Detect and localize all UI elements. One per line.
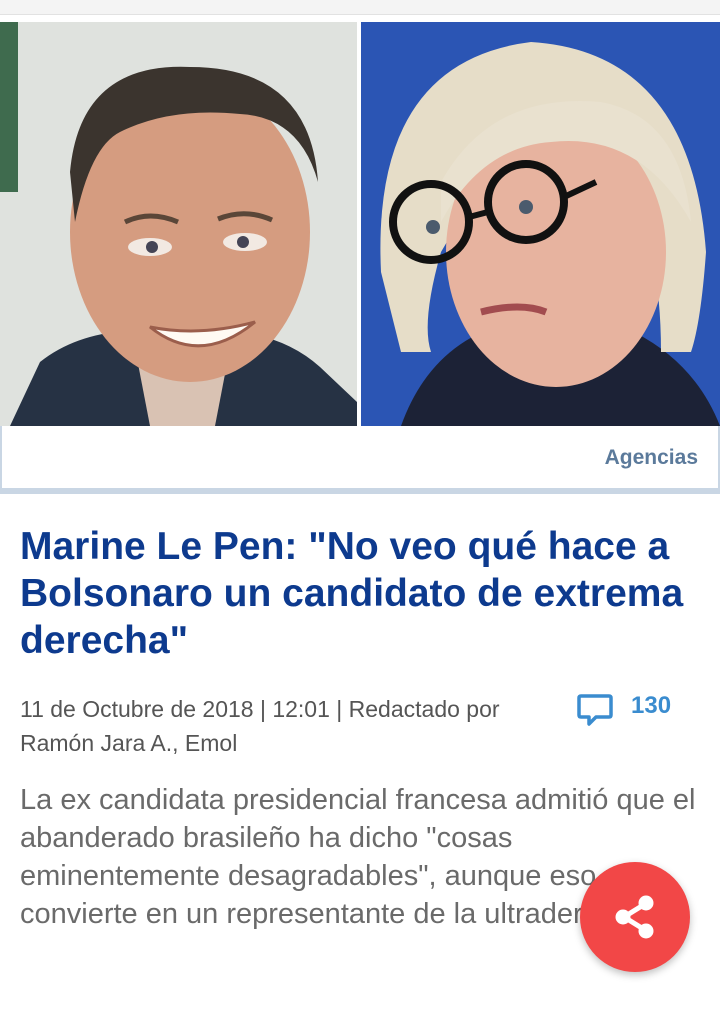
photo-bolsonaro bbox=[0, 22, 357, 426]
article-photo[interactable] bbox=[0, 22, 720, 426]
share-icon bbox=[615, 895, 654, 939]
comment-icon bbox=[577, 693, 613, 732]
share-button[interactable] bbox=[580, 862, 690, 972]
section-divider bbox=[0, 488, 720, 494]
article-headline: Marine Le Pen: "No veo qué hace a Bolson… bbox=[20, 525, 684, 662]
image-credit-bar: Agencias bbox=[0, 426, 720, 490]
comments-link[interactable]: 130 bbox=[577, 690, 697, 730]
portrait-left-illustration bbox=[0, 22, 357, 426]
top-bar bbox=[0, 0, 720, 15]
portrait-right-illustration bbox=[361, 22, 720, 426]
comment-count: 130 bbox=[631, 692, 672, 719]
article-byline: 11 de Octubre de 2018 | 12:01 | Redactad… bbox=[20, 696, 500, 756]
image-credit: Agencias bbox=[604, 446, 698, 469]
photo-le-pen bbox=[361, 22, 720, 426]
